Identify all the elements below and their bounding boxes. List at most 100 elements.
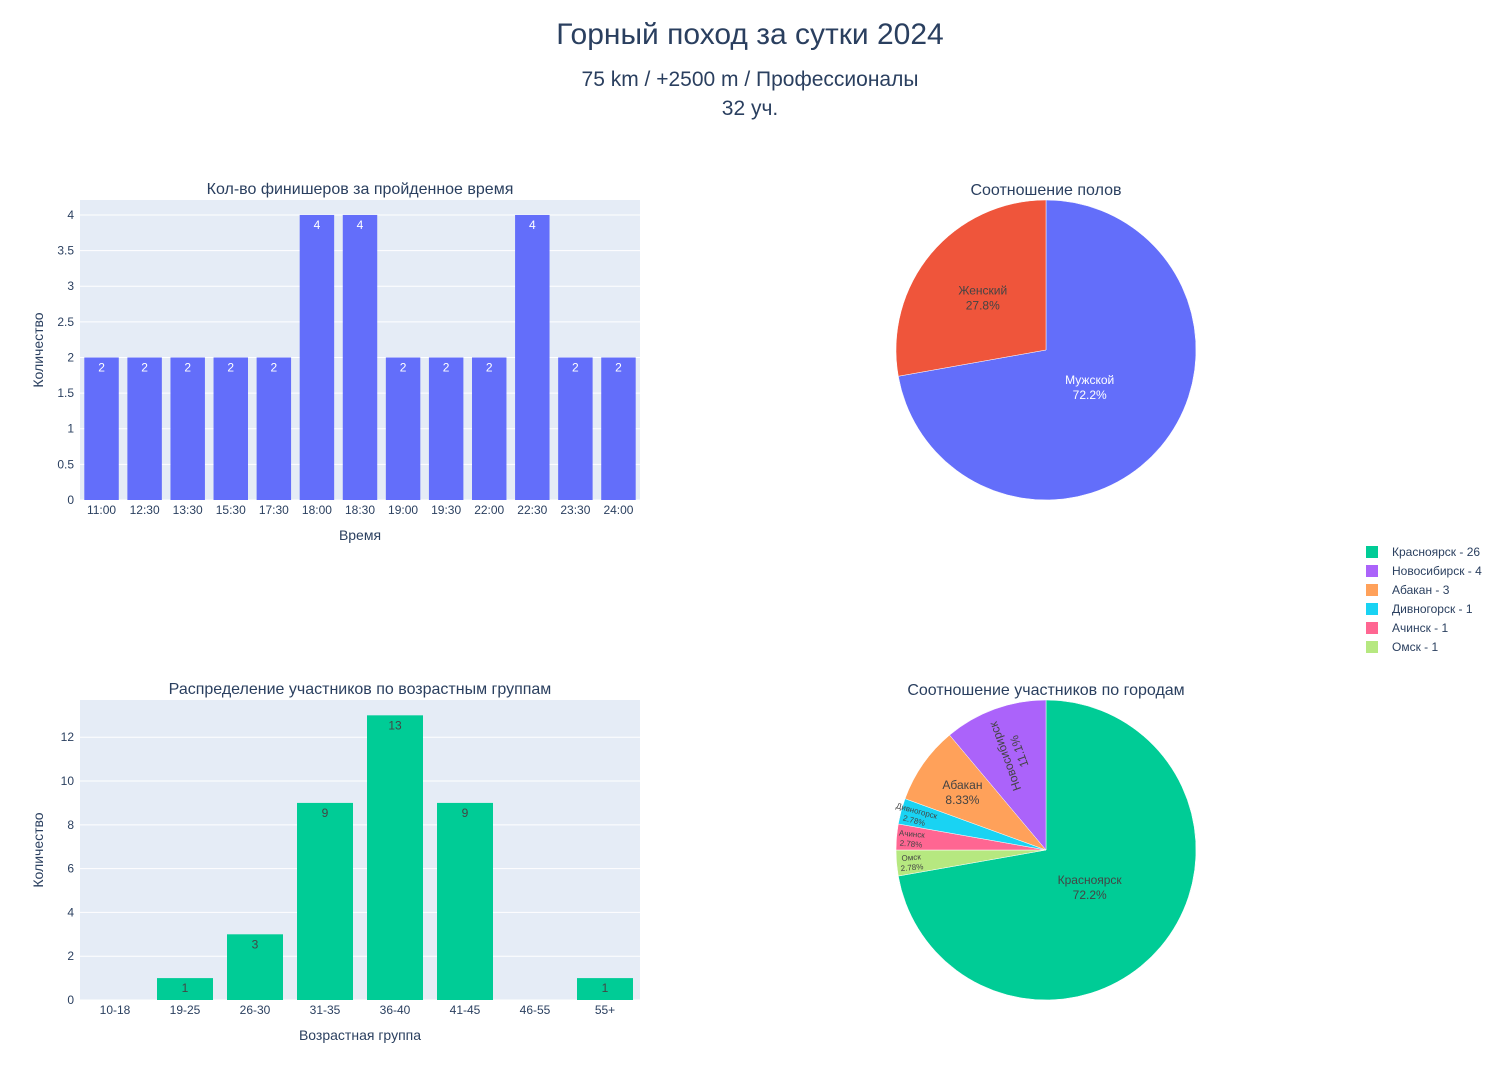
y-tick-label: 1.5	[57, 386, 74, 400]
y-tick-label: 6	[67, 862, 74, 876]
y-tick-label: 3	[67, 279, 74, 293]
pie-label-name: Омск	[901, 852, 921, 863]
bar-value-label: 2	[486, 360, 493, 374]
bar-value-label: 9	[322, 806, 329, 820]
bar[interactable]	[601, 357, 636, 500]
bar-value-label: 2	[271, 360, 278, 374]
bar[interactable]	[472, 357, 507, 500]
bar[interactable]	[515, 214, 550, 501]
finishers-bar-chart: 0 0.5 1 1.5 2 2.5 3 3.5 4 2 11:00 2 12:30 2 13:30 2 15:3…	[30, 181, 640, 543]
chart-title: Соотношение участников по городам	[907, 682, 1184, 699]
pie-label-name: Красноярск	[1058, 873, 1123, 887]
x-tick-label: 11:00	[87, 503, 116, 517]
y-tick-label: 1	[67, 422, 74, 436]
bar-value-label: 2	[443, 360, 450, 374]
x-tick-label: 17:30	[259, 503, 289, 517]
legend-label: Новосибирск - 4	[1392, 564, 1482, 578]
legend-item[interactable]: Новосибирск - 4	[1366, 564, 1482, 578]
x-tick-label: 19-25	[170, 1003, 201, 1017]
y-tick-label: 3.5	[57, 244, 74, 258]
bar-value-label: 1	[602, 981, 609, 995]
legend-label: Омск - 1	[1392, 640, 1438, 654]
y-tick-label: 4	[67, 208, 74, 222]
y-tick-label: 2.5	[57, 315, 74, 329]
city-legend: Красноярск - 26 Новосибирск - 4 Абакан - 3…	[1366, 545, 1482, 654]
bar[interactable]	[127, 357, 162, 500]
bar[interactable]	[558, 357, 593, 500]
y-tick-label: 0.5	[57, 457, 74, 471]
x-tick-label: 26-30	[240, 1003, 271, 1017]
subtitle-line2: 32 уч.	[722, 97, 778, 120]
bar[interactable]	[428, 357, 464, 500]
bar[interactable]	[213, 357, 248, 500]
legend-swatch	[1366, 641, 1378, 653]
legend-item[interactable]: Красноярск - 26	[1366, 545, 1480, 559]
bar[interactable]	[297, 802, 353, 1000]
y-tick-label: 2	[67, 949, 74, 963]
legend-label: Ачинск - 1	[1392, 621, 1449, 635]
bar-value-label: 4	[357, 218, 364, 232]
x-tick-label: 10-18	[100, 1003, 131, 1017]
bar-value-label: 2	[615, 360, 622, 374]
legend-label: Дивногорск - 1	[1392, 602, 1473, 616]
bar-value-label: 2	[98, 360, 105, 374]
pie-label-percent: 8.33%	[945, 793, 979, 807]
pie-label-percent: 72.2%	[1073, 388, 1107, 402]
pie-label: Омск2.78%	[899, 852, 923, 873]
bar-value-label: 2	[572, 360, 579, 374]
pie-label-name: Мужской	[1065, 373, 1114, 387]
y-tick-label: 10	[61, 774, 75, 788]
bar-value-label: 9	[462, 806, 469, 820]
pie-label-name: Абакан	[942, 778, 982, 792]
bar[interactable]	[170, 357, 205, 500]
legend-swatch	[1366, 622, 1378, 634]
legend-item[interactable]: Дивногорск - 1	[1366, 602, 1473, 616]
legend-label: Абакан - 3	[1392, 583, 1450, 597]
bar-value-label: 13	[388, 718, 402, 732]
x-axis-title: Возрастная группа	[299, 1027, 421, 1043]
bar[interactable]	[342, 214, 378, 501]
legend-item[interactable]: Ачинск - 1	[1366, 621, 1449, 635]
x-tick-label: 13:30	[173, 503, 203, 517]
pie-label: Абакан 8.33%	[942, 778, 982, 807]
x-tick-label: 55+	[595, 1003, 615, 1017]
legend-item[interactable]: Омск - 1	[1366, 640, 1438, 654]
main-title: Горный поход за сутки 2024	[556, 18, 943, 51]
bar[interactable]	[256, 357, 292, 500]
bar-value-label: 2	[227, 360, 234, 374]
x-tick-label: 19:30	[431, 503, 461, 517]
bar[interactable]	[367, 715, 423, 1000]
legend-item[interactable]: Абакан - 3	[1366, 583, 1450, 597]
x-tick-label: 22:30	[517, 503, 547, 517]
subtitle-line1: 75 km / +2500 m / Профессионалы	[582, 68, 919, 91]
age-bar-chart: 0 2 4 6 8 10 12 10-18 1 19-25 3 26-30 9 31-35 13 36-40 9…	[30, 681, 640, 1043]
y-tick-label: 4	[67, 905, 74, 919]
bar-value-label: 2	[141, 360, 148, 374]
x-tick-label: 31-35	[310, 1003, 341, 1017]
legend-swatch	[1366, 546, 1378, 558]
y-tick-label: 2	[67, 350, 74, 364]
city-pie-chart: Красноярск 72.2%Омск2.78%Ачинск2.78%Дивно…	[895, 682, 1197, 1001]
x-tick-label: 36-40	[380, 1003, 411, 1017]
bar[interactable]	[84, 357, 119, 500]
plot-area	[80, 700, 640, 1000]
x-axis-title: Время	[339, 527, 381, 543]
bar[interactable]	[437, 802, 493, 1000]
x-tick-label: 19:00	[388, 503, 418, 517]
figure: Горный поход за сутки 2024 75 km / +2500…	[30, 18, 1482, 1043]
x-tick-label: 24:00	[603, 503, 633, 517]
chart-title: Распределение участников по возрастным г…	[169, 681, 552, 698]
legend-swatch	[1366, 565, 1378, 577]
bar-value-label: 2	[400, 360, 407, 374]
y-axis-title: Количество	[30, 312, 46, 387]
dashboard: Горный поход за сутки 2024 75 km / +2500…	[0, 0, 1500, 1080]
x-tick-label: 46-55	[520, 1003, 551, 1017]
y-tick-label: 0	[67, 493, 74, 507]
bar[interactable]	[385, 357, 421, 500]
bar[interactable]	[299, 214, 335, 501]
bar-value-label: 3	[252, 937, 259, 951]
pie-label-name: Женский	[958, 284, 1007, 298]
y-axis-title: Количество	[30, 812, 46, 887]
legend-swatch	[1366, 584, 1378, 596]
legend-swatch	[1366, 603, 1378, 615]
